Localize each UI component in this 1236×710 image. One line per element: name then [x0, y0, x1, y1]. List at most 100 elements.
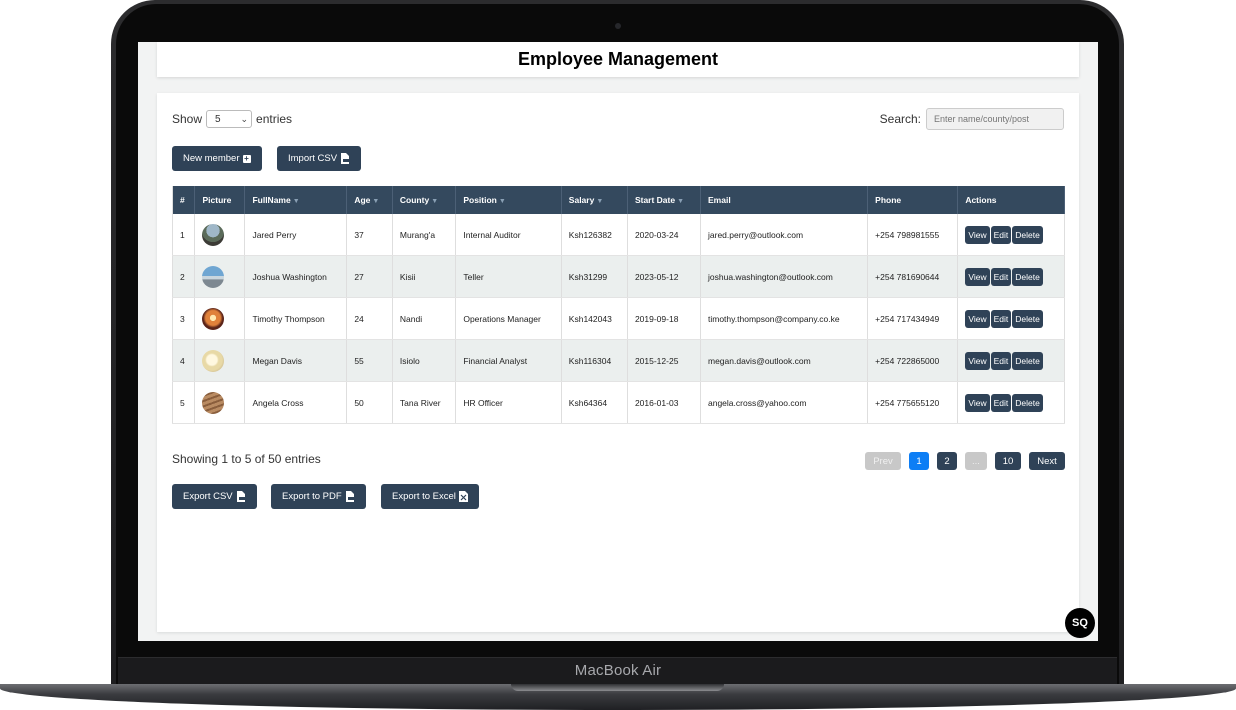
laptop-notch	[511, 684, 724, 691]
actions: View Edit Delete	[957, 255, 1065, 298]
sort-icon: ▼	[498, 198, 506, 205]
phone: +254 798981555	[867, 214, 959, 256]
export-pdf-button[interactable]: Export to PDF	[271, 484, 366, 509]
main-card: Show 5 ⌄ entries Search: New member + Im…	[157, 93, 1079, 632]
phone: +254 775655120	[867, 381, 959, 424]
row-number: 3	[171, 297, 196, 340]
age: 27	[346, 255, 393, 298]
excel-file-icon	[458, 491, 468, 502]
col-number: #	[171, 186, 196, 214]
floating-avatar-button[interactable]: SQ	[1065, 608, 1095, 638]
export-pdf-label: Export to PDF	[282, 491, 342, 502]
county: Nandi	[392, 297, 457, 340]
entries-label: entries	[256, 112, 293, 126]
device-brand-label: MacBook Air	[574, 662, 662, 679]
import-csv-label: Import CSV	[288, 153, 338, 164]
view-button[interactable]: View	[965, 351, 990, 370]
view-button[interactable]: View	[965, 309, 990, 328]
table-row: 2 Joshua Washington 27 Kisii Teller Ksh3…	[171, 255, 1065, 298]
import-csv-button[interactable]: Import CSV	[277, 146, 362, 171]
age: 50	[346, 381, 393, 424]
col-actions: Actions	[957, 186, 1065, 214]
phone: +254 717434949	[867, 297, 959, 340]
col-phone: Phone	[867, 186, 959, 214]
pdf-file-icon	[345, 491, 354, 502]
delete-button[interactable]: Delete	[1012, 267, 1043, 286]
search-input[interactable]	[926, 108, 1064, 130]
page-title: Employee Management	[517, 49, 719, 69]
page-1-button[interactable]: 1	[909, 452, 929, 470]
view-button[interactable]: View	[965, 267, 990, 286]
showing-entries-text: Showing 1 to 5 of 50 entries	[172, 452, 321, 466]
row-number: 5	[171, 381, 196, 424]
search: Search:	[880, 108, 1064, 130]
delete-button[interactable]: Delete	[1012, 309, 1043, 328]
prev-button[interactable]: Prev	[865, 452, 901, 470]
export-csv-button[interactable]: Export CSV	[172, 484, 257, 509]
email: jared.perry@outlook.com	[700, 214, 869, 256]
view-button[interactable]: View	[965, 225, 990, 244]
edit-button[interactable]: Edit	[990, 267, 1012, 286]
age: 55	[346, 339, 393, 382]
screen: Employee Management Show 5 ⌄ entries Sea…	[138, 42, 1098, 641]
delete-button[interactable]: Delete	[1012, 225, 1043, 244]
email: megan.davis@outlook.com	[700, 339, 869, 382]
sort-icon: ▼	[292, 198, 300, 205]
position: Operations Manager	[455, 297, 562, 340]
delete-button[interactable]: Delete	[1012, 393, 1043, 412]
new-member-label: New member	[183, 153, 240, 164]
col-picture: Picture	[194, 186, 246, 214]
avatar	[194, 381, 246, 424]
row-number: 2	[171, 255, 196, 298]
col-salary[interactable]: Salary ▼	[561, 186, 628, 214]
edit-button[interactable]: Edit	[990, 225, 1012, 244]
page-10-button[interactable]: 10	[995, 452, 1021, 470]
view-button[interactable]: View	[965, 393, 990, 412]
salary: Ksh64364	[561, 381, 628, 424]
new-member-button[interactable]: New member +	[172, 146, 262, 171]
page-2-button[interactable]: 2	[937, 452, 957, 470]
sort-icon: ▼	[372, 198, 380, 205]
pagination-ellipsis: ...	[965, 452, 987, 470]
full-name: Megan Davis	[244, 339, 348, 382]
position: Internal Auditor	[455, 214, 562, 256]
col-position[interactable]: Position ▼	[455, 186, 562, 214]
actions: View Edit Delete	[957, 214, 1065, 256]
county: Murang'a	[392, 214, 457, 256]
col-age[interactable]: Age ▼	[346, 186, 393, 214]
email: timothy.thompson@company.co.ke	[700, 297, 869, 340]
show-entries: Show 5 ⌄ entries	[172, 110, 292, 128]
edit-button[interactable]: Edit	[990, 393, 1012, 412]
full-name: Timothy Thompson	[244, 297, 348, 340]
search-label: Search:	[879, 112, 921, 126]
table-row: 4 Megan Davis 55 Isiolo Financial Analys…	[171, 339, 1065, 382]
start-date: 2023-05-12	[627, 255, 702, 298]
county: Kisii	[392, 255, 457, 298]
table-row: 3 Timothy Thompson 24 Nandi Operations M…	[171, 297, 1065, 340]
edit-button[interactable]: Edit	[990, 351, 1012, 370]
row-number: 4	[171, 339, 196, 382]
full-name: Angela Cross	[244, 381, 348, 424]
export-excel-button[interactable]: Export to Excel	[381, 484, 479, 509]
chevron-down-icon: ⌄	[240, 113, 249, 124]
delete-button[interactable]: Delete	[1012, 351, 1043, 370]
show-label: Show	[172, 112, 203, 126]
actions: View Edit Delete	[957, 339, 1065, 382]
next-button[interactable]: Next	[1029, 452, 1065, 470]
entries-select[interactable]: 5 ⌄	[206, 110, 253, 128]
phone: +254 781690644	[867, 255, 959, 298]
edit-button[interactable]: Edit	[990, 309, 1012, 328]
col-start-date[interactable]: Start Date ▼	[627, 186, 702, 214]
col-fullname[interactable]: FullName ▼	[244, 186, 348, 214]
col-county[interactable]: County ▼	[392, 186, 457, 214]
actions: View Edit Delete	[957, 297, 1065, 340]
full-name: Jared Perry	[244, 214, 348, 256]
sort-icon: ▼	[677, 198, 685, 205]
age: 37	[346, 214, 393, 256]
phone: +254 722865000	[867, 339, 959, 382]
employee-table: # Picture FullName ▼ Age ▼ County ▼ Positio…	[171, 186, 1065, 424]
title-card: Employee Management	[157, 42, 1079, 77]
export-csv-label: Export CSV	[183, 491, 233, 502]
csv-file-icon	[236, 491, 245, 502]
csv-file-icon	[341, 153, 350, 164]
